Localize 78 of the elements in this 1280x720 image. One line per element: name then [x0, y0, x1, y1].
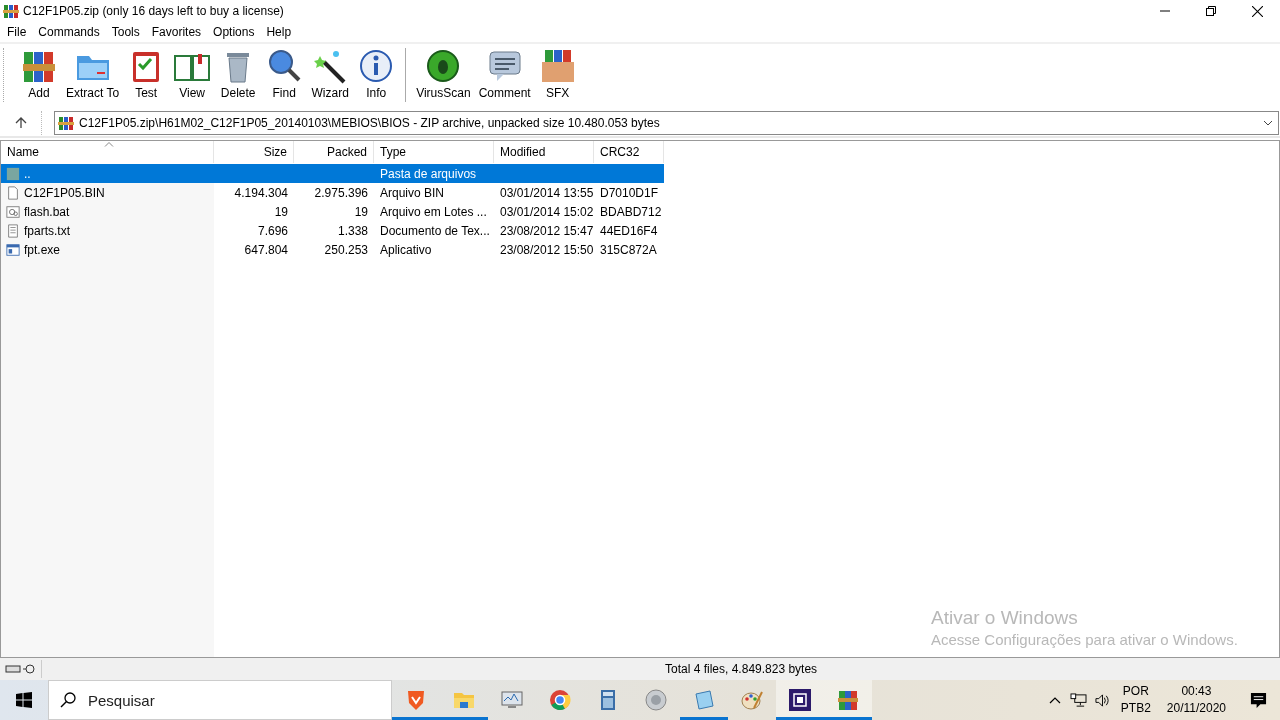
archive-icon: [3, 3, 19, 19]
file-row[interactable]: flash.bat 19 19 Arquivo em Lotes ... 03/01/2014 15:02 BDABD712: [1, 202, 664, 221]
toolbar-button[interactable]: Comment: [474, 46, 535, 106]
close-icon: [1251, 5, 1263, 17]
toolbar-button[interactable]: Add: [16, 46, 62, 106]
toolbar-button[interactable]: Info: [353, 46, 400, 106]
up-arrow-icon: [14, 117, 27, 129]
search-icon: [266, 48, 303, 84]
menu-item[interactable]: Favorites: [145, 22, 208, 42]
chevron-down-icon: [1263, 120, 1273, 126]
table-cell: Aplicativo: [380, 242, 432, 257]
file-icon: [6, 185, 20, 200]
taskbar-app[interactable]: [776, 680, 824, 720]
menu-item[interactable]: Commands: [32, 22, 106, 42]
toolbar-button[interactable]: Wizard: [307, 46, 354, 106]
toolbar-button[interactable]: Delete: [215, 46, 262, 106]
table-cell: flash.bat: [24, 204, 70, 219]
menu-item[interactable]: Tools: [105, 22, 146, 42]
window-title: C12F1P05.zip (only 16 days left to buy a license): [23, 4, 284, 18]
clock[interactable]: 00:43 20/11/2020: [1156, 680, 1236, 720]
file-row[interactable]: C12F1P05.BIN 4.194.304 2.975.396 Arquivo BIN 03/01/2014 13:55 D7010D1F: [1, 183, 664, 202]
table-cell: BDABD712: [600, 204, 662, 219]
caret-up-icon: [1048, 696, 1061, 704]
table-cell: 250.253: [324, 242, 368, 257]
toolbar-button[interactable]: VirusScan: [412, 46, 475, 106]
toolbar-button[interactable]: Test: [123, 46, 170, 106]
table-cell: fparts.txt: [24, 223, 70, 238]
search-field[interactable]: Pesquisar: [48, 680, 392, 720]
speech-bubble-icon: [486, 48, 523, 84]
file-row[interactable]: fparts.txt 7.696 1.338 Documento de Tex... 23/08/2012 15:47 44ED16F4: [1, 221, 664, 240]
table-cell: 1.338: [337, 223, 368, 238]
table-cell: 315C872A: [600, 242, 657, 257]
table-cell: D7010D1F: [600, 185, 659, 200]
column-header[interactable]: Name: [1, 141, 214, 163]
search-icon: [60, 692, 76, 708]
gear-file-icon: [6, 204, 20, 219]
toolbar-button[interactable]: SFX: [534, 46, 581, 106]
file-row[interactable]: fpt.exe 647.804 250.253 Aplicativo 23/08/2012 15:50 315C872A: [1, 240, 664, 259]
table-cell: fpt.exe: [24, 242, 61, 257]
restore-icon: [1206, 6, 1216, 16]
archive-icon: [58, 115, 74, 131]
table-cell: 03/01/2014 15:02: [500, 204, 594, 219]
toolbar-button[interactable]: Extract To: [62, 46, 124, 106]
table-cell: 2.975.396: [314, 185, 368, 200]
language-indicator[interactable]: POR PTB2: [1114, 680, 1157, 720]
activation-text: Acesse Configurações para ativar o Windows.: [931, 631, 1238, 648]
table-cell: 23/08/2012 15:50: [500, 242, 594, 257]
books-icon: [836, 688, 860, 712]
browser-icon: [548, 688, 572, 712]
table-cell: C12F1P05.BIN: [24, 185, 105, 200]
table-cell: 4.194.304: [234, 185, 288, 200]
file-row[interactable]: .. Pasta de arquivos: [1, 164, 664, 183]
window-icon: [6, 242, 20, 257]
table-cell: 03/01/2014 13:55: [500, 185, 594, 200]
text-file-icon: [6, 223, 20, 238]
table-cell: 19: [274, 204, 288, 219]
table-cell: 19: [354, 204, 368, 219]
menu-item[interactable]: Help: [260, 22, 298, 42]
activation-title: Ativar o Windows: [931, 607, 1079, 629]
toolbar-button[interactable]: View: [169, 46, 216, 106]
windows-logo-icon: [16, 692, 32, 708]
menu-item[interactable]: File: [1, 22, 33, 42]
menu-item[interactable]: Options: [207, 22, 261, 42]
status-text: Total 4 files, 4.849.823 bytes: [665, 662, 818, 676]
table-cell: ..: [24, 166, 31, 181]
table-cell: Arquivo em Lotes ...: [380, 204, 487, 219]
info-icon: [358, 48, 395, 84]
table-cell: Documento de Tex...: [380, 223, 490, 238]
table-cell: 23/08/2012 15:47: [500, 223, 594, 238]
address-field[interactable]: C12F1P05.zip\H61M02_C12F1P05_20140103\MEBIOS\BIOS - ZIP archive, unpacked size 10.480.053 bytes: [54, 111, 1279, 135]
table-cell: Pasta de arquivos: [380, 166, 477, 181]
table-cell: Arquivo BIN: [380, 185, 445, 200]
table-cell: 647.804: [244, 242, 288, 257]
folder-icon: [6, 166, 20, 181]
table-cell: 7.696: [257, 223, 288, 238]
toolbar-button[interactable]: Find: [261, 46, 308, 106]
table-cell: 44ED16F4: [600, 223, 658, 238]
box-icon: [539, 48, 576, 84]
